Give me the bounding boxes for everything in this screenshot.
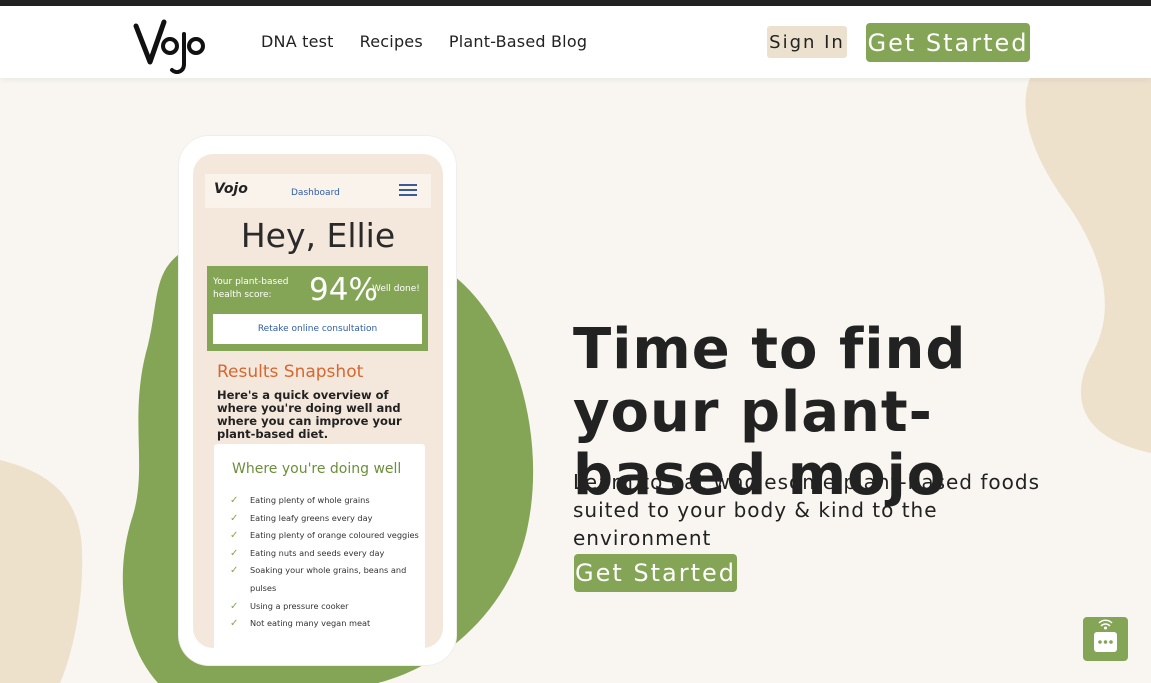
- main-nav: DNA test Recipes Plant-Based Blog: [261, 32, 613, 51]
- score-value: 94%: [309, 272, 378, 308]
- vojo-logo[interactable]: [130, 12, 210, 74]
- list-item: ✓ Not eating many vegan meat: [230, 615, 420, 633]
- sign-in-button[interactable]: Sign In: [767, 26, 847, 58]
- hero-subtitle: Learn to eat wholesome plant-based foods…: [573, 470, 1040, 550]
- phone-mockup: Vojo Dashboard Hey, Ellie Your plant-bas…: [179, 136, 456, 665]
- check-icon: ✓: [230, 600, 239, 612]
- check-icon: ✓: [230, 547, 239, 559]
- list-item: ✓ Eating plenty of orange coloured veggie…: [230, 527, 420, 545]
- results-snapshot-title: Results Snapshot: [217, 362, 364, 382]
- health-score-card: Your plant-based health score: 94% Well …: [207, 266, 428, 351]
- chat-bubble-icon: [1094, 619, 1117, 652]
- background-beige-blob-left: [0, 460, 83, 683]
- score-label: Your plant-based health score:: [213, 277, 289, 300]
- doing-well-list: ✓ Eating plenty of whole grains ✓ Eating l…: [230, 492, 420, 633]
- phone-app-bar: Vojo Dashboard: [205, 174, 431, 208]
- nav-plant-based-blog[interactable]: Plant-Based Blog: [449, 32, 587, 51]
- results-description: Here's a quick overview of where you're …: [217, 388, 402, 441]
- hamburger-icon: [399, 184, 417, 198]
- retake-consultation-button: Retake online consultation: [213, 314, 422, 344]
- score-comment: Well done!: [372, 284, 420, 294]
- phone-dashboard-label: Dashboard: [291, 188, 340, 198]
- list-item: ✓ Using a pressure cooker: [230, 598, 420, 616]
- check-icon: ✓: [230, 530, 239, 542]
- check-icon: ✓: [230, 512, 239, 524]
- check-icon: ✓: [230, 495, 239, 506]
- doing-well-card: Where you're doing well ✓ Eating plenty o…: [214, 444, 425, 648]
- nav-recipes[interactable]: Recipes: [360, 32, 423, 51]
- list-item: ✓ Soaking your whole grains, beans and pu…: [230, 562, 420, 597]
- nav-dna-test[interactable]: DNA test: [261, 32, 334, 51]
- phone-screen: Vojo Dashboard Hey, Ellie Your plant-bas…: [193, 154, 443, 648]
- chat-widget-button[interactable]: [1083, 617, 1128, 661]
- list-item: ✓ Eating nuts and seeds every day: [230, 545, 420, 563]
- doing-well-title: Where you're doing well: [232, 461, 402, 477]
- get-started-header-button[interactable]: Get Started: [866, 23, 1030, 62]
- check-icon: ✓: [230, 618, 239, 630]
- list-item: ✓ Eating plenty of whole grains: [230, 492, 420, 510]
- phone-logo: Vojo: [214, 181, 248, 197]
- get-started-hero-button[interactable]: Get Started: [574, 554, 737, 592]
- phone-greeting: Hey, Ellie: [240, 216, 396, 255]
- list-item: ✓ Eating leafy greens every day: [230, 510, 420, 528]
- site-header: DNA test Recipes Plant-Based Blog Sign I…: [0, 6, 1151, 78]
- check-icon: ✓: [230, 565, 239, 577]
